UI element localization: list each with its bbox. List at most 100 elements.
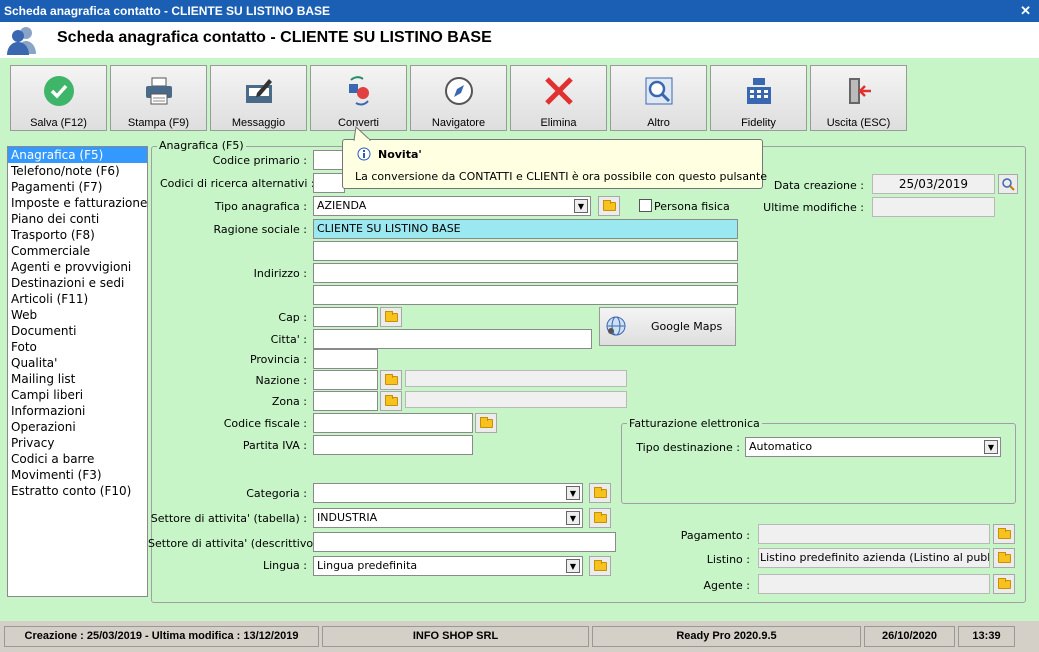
nav-item[interactable]: Movimenti (F3) — [8, 467, 147, 483]
folder-icon — [384, 394, 398, 406]
nav-item[interactable]: Agenti e provvigioni — [8, 259, 147, 275]
zona-folder-button[interactable] — [380, 391, 402, 411]
lingua-select[interactable]: Lingua predefinita ▼ — [313, 556, 583, 576]
nav-item[interactable]: Destinazioni e sedi — [8, 275, 147, 291]
other-button[interactable]: Altro — [610, 65, 707, 131]
codice-fiscale-input[interactable] — [313, 413, 473, 433]
tooltip-pointer — [353, 126, 372, 141]
nav-item[interactable]: Web — [8, 307, 147, 323]
nav-item[interactable]: Piano dei conti — [8, 211, 147, 227]
delete-button[interactable]: Elimina — [510, 65, 607, 131]
chevron-down-icon[interactable]: ▼ — [574, 199, 588, 213]
citta-label: Citta' : — [270, 333, 307, 346]
zona-description — [405, 391, 627, 408]
google-maps-button[interactable]: Google Maps — [599, 307, 736, 346]
codici-ricerca-input[interactable] — [313, 173, 345, 193]
settore-tabella-folder-button[interactable] — [589, 508, 611, 528]
settore-tabella-value: INDUSTRIA — [317, 511, 378, 524]
folder-icon — [384, 373, 398, 385]
chevron-down-icon[interactable]: ▼ — [566, 511, 580, 525]
ultime-modifiche-label: Ultime modifiche : — [763, 201, 864, 214]
folder-icon — [997, 551, 1011, 563]
ragione-sociale-input[interactable]: CLIENTE SU LISTINO BASE — [313, 219, 738, 239]
nav-item[interactable]: Anagrafica (F5) — [8, 147, 147, 163]
exit-icon — [848, 78, 871, 104]
indirizzo-input[interactable] — [313, 263, 738, 283]
close-icon[interactable]: ✕ — [1020, 3, 1031, 19]
citta-input[interactable] — [313, 329, 592, 349]
indirizzo-label: Indirizzo : — [253, 267, 307, 280]
persona-fisica-checkbox[interactable] — [639, 199, 652, 212]
nav-item[interactable]: Estratto conto (F10) — [8, 483, 147, 499]
nav-item[interactable]: Commerciale — [8, 243, 147, 259]
chevron-down-icon[interactable]: ▼ — [566, 486, 580, 500]
globe-icon — [606, 316, 626, 336]
nav-item[interactable]: Trasporto (F8) — [8, 227, 147, 243]
partita-iva-input[interactable] — [313, 435, 473, 455]
cap-input[interactable] — [313, 307, 378, 327]
section-list[interactable]: Anagrafica (F5) Telefono/note (F6) Pagamen… — [7, 146, 148, 597]
nav-item[interactable]: Codici a barre — [8, 451, 147, 467]
partita-iva-label: Partita IVA : — [242, 439, 307, 452]
nav-item[interactable]: Telefono/note (F6) — [8, 163, 147, 179]
cap-folder-button[interactable] — [380, 307, 402, 327]
compass-icon — [444, 77, 473, 105]
nav-item[interactable]: Documenti — [8, 323, 147, 339]
nav-item[interactable]: Informazioni — [8, 403, 147, 419]
listino-label: Listino : — [706, 553, 750, 566]
nazione-description — [405, 370, 627, 387]
nav-item[interactable]: Imposte e fatturazione — [8, 195, 147, 211]
exit-button[interactable]: Uscita (ESC) — [810, 65, 907, 131]
nav-item[interactable]: Pagamenti (F7) — [8, 179, 147, 195]
data-creazione-search-button[interactable] — [998, 174, 1018, 194]
status-date: 26/10/2020 — [864, 626, 955, 647]
check-icon — [43, 76, 74, 106]
ragione-sociale-line2-input[interactable] — [313, 241, 738, 261]
provincia-input[interactable] — [313, 349, 378, 369]
codice-primario-label: Codice primario : — [212, 154, 307, 167]
zona-input[interactable] — [313, 391, 378, 411]
convert-button[interactable]: Converti — [310, 65, 407, 131]
save-button[interactable]: Salva (F12) — [10, 65, 107, 131]
nav-item[interactable]: Qualita' — [8, 355, 147, 371]
navigator-button[interactable]: Navigatore — [410, 65, 507, 131]
lingua-folder-button[interactable] — [589, 556, 611, 576]
status-company: INFO SHOP SRL — [322, 626, 589, 647]
nav-item[interactable]: Mailing list — [8, 371, 147, 387]
nazione-input[interactable] — [313, 370, 378, 390]
nav-item[interactable]: Privacy — [8, 435, 147, 451]
message-button[interactable]: Messaggio — [210, 65, 307, 131]
nav-item[interactable]: Campi liberi — [8, 387, 147, 403]
codice-fiscale-folder-button[interactable] — [475, 413, 497, 433]
settore-descrittivo-input[interactable] — [313, 532, 616, 552]
ragione-sociale-label: Ragione sociale : — [213, 223, 307, 236]
nav-item[interactable]: Foto — [8, 339, 147, 355]
nazione-folder-button[interactable] — [380, 370, 402, 390]
tipo-anagrafica-select[interactable]: AZIENDA ▼ — [313, 196, 591, 216]
tipo-anagrafica-folder-button[interactable] — [598, 196, 620, 216]
status-version: Ready Pro 2020.9.5 — [592, 626, 861, 647]
categoria-folder-button[interactable] — [589, 483, 611, 503]
tipo-destinazione-label: Tipo destinazione : — [636, 441, 740, 454]
message-button-label: Messaggio — [231, 117, 286, 129]
nav-item[interactable]: Articoli (F11) — [8, 291, 147, 307]
chevron-down-icon[interactable]: ▼ — [566, 559, 580, 573]
tipo-anagrafica-label: Tipo anagrafica : — [214, 200, 307, 213]
tipo-destinazione-select[interactable]: Automatico ▼ — [745, 437, 1001, 457]
print-button[interactable]: Stampa (F9) — [110, 65, 207, 131]
status-bar: Creazione : 25/03/2019 - Ultima modifica… — [0, 624, 1039, 648]
indirizzo-line2-input[interactable] — [313, 285, 738, 305]
agente-folder-button[interactable] — [993, 574, 1015, 594]
chevron-down-icon[interactable]: ▼ — [984, 440, 998, 454]
header: Scheda anagrafica contatto - CLIENTE SU … — [0, 22, 1039, 58]
settore-tabella-select[interactable]: INDUSTRIA ▼ — [313, 508, 583, 528]
agente-label: Agente : — [703, 579, 750, 592]
fidelity-button[interactable]: Fidelity — [710, 65, 807, 131]
provincia-label: Provincia : — [249, 353, 307, 366]
categoria-select[interactable]: ▼ — [313, 483, 583, 503]
pagamento-folder-button[interactable] — [993, 524, 1015, 544]
listino-folder-button[interactable] — [993, 548, 1015, 568]
nav-item[interactable]: Operazioni — [8, 419, 147, 435]
tooltip-title: Novita' — [378, 148, 422, 161]
codice-primario-input[interactable] — [313, 150, 345, 170]
